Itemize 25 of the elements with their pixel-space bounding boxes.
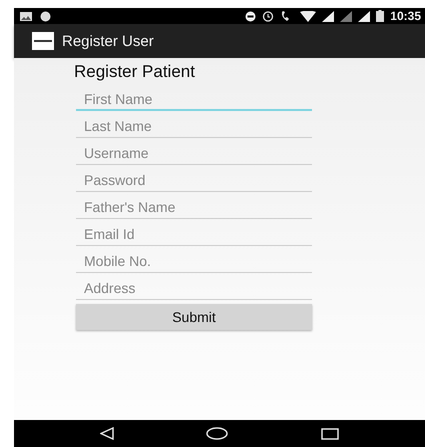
image-icon [20, 12, 32, 20]
input-field[interactable]: Last Name [76, 111, 312, 138]
circle-icon [40, 10, 51, 22]
signal-icon [340, 10, 352, 22]
input-field[interactable]: First Name [76, 84, 312, 111]
input-field[interactable]: Password [76, 165, 312, 192]
form-title: Register Patient [74, 62, 196, 82]
minus-circle-icon [245, 10, 256, 22]
input-field[interactable]: Mobile No. [76, 246, 312, 273]
wifi-icon [300, 10, 316, 22]
submit-button[interactable]: Submit [76, 304, 312, 330]
back-icon[interactable] [100, 427, 114, 440]
recent-apps-icon[interactable] [320, 428, 339, 440]
input-field[interactable]: Email Id [76, 219, 312, 246]
app-logo-icon [32, 32, 54, 50]
battery-icon [376, 10, 384, 22]
app-title: Register User [62, 32, 154, 50]
input-field[interactable]: Father's Name [76, 192, 312, 219]
signal-icon [358, 10, 370, 22]
home-icon[interactable] [206, 427, 228, 440]
alarm-icon [262, 10, 274, 22]
input-field[interactable]: Username [76, 138, 312, 165]
status-time: 10:35 [390, 9, 421, 23]
signal-icon [322, 10, 334, 22]
input-field[interactable]: Address [76, 273, 312, 300]
